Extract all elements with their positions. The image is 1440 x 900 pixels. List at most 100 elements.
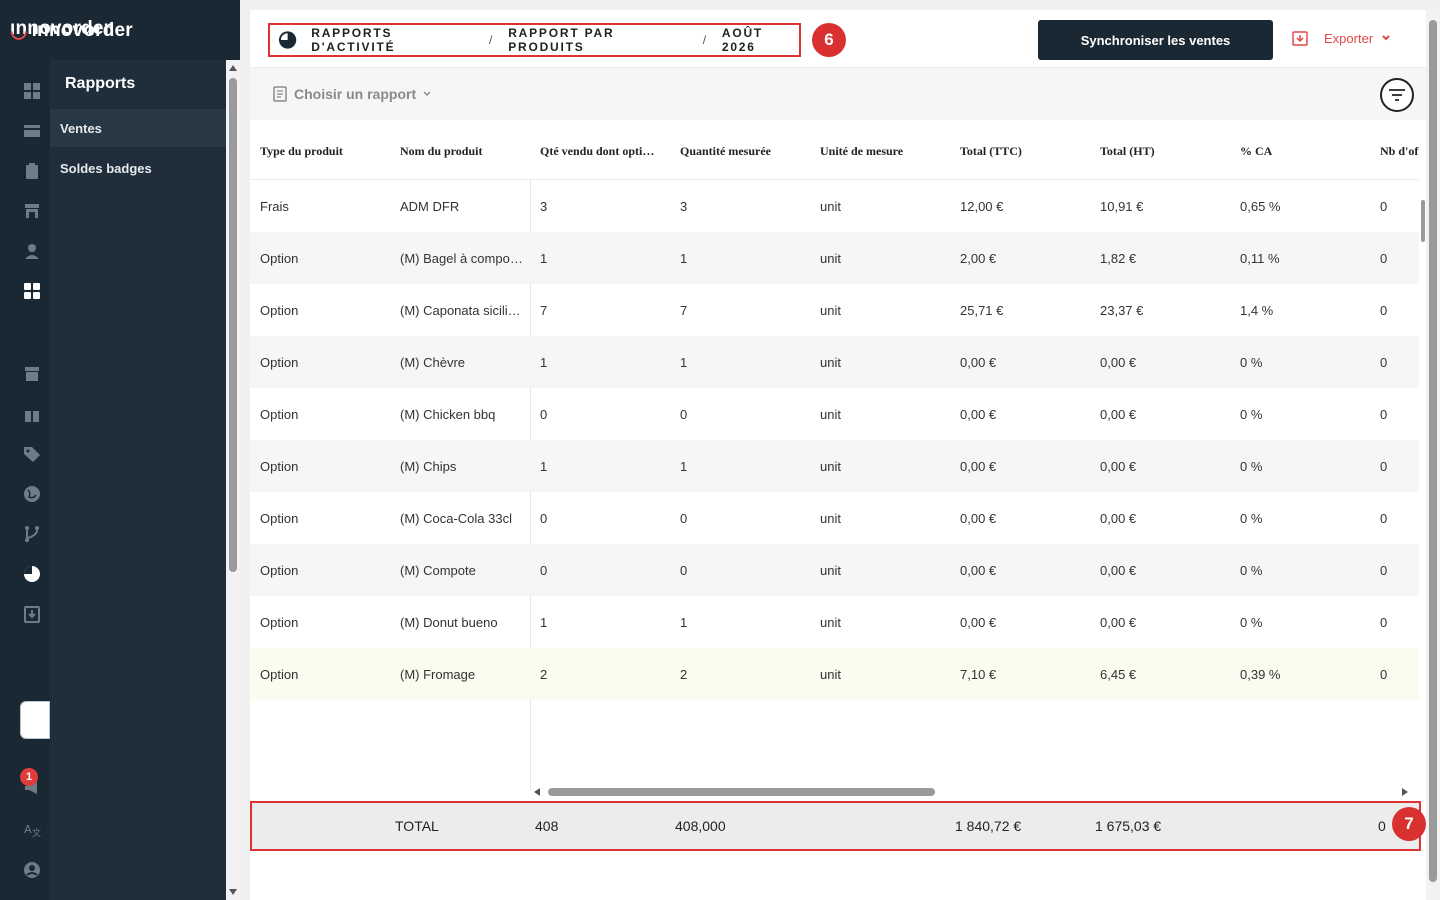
col-header-name[interactable]: Nom du produit [400,144,530,159]
user-icon[interactable] [22,241,42,261]
translate-icon[interactable]: A文 [22,819,42,839]
cell-offered: 0 [1380,615,1388,630]
cell-qty: 1 [540,355,548,370]
cell-name: (M) Fromage [400,667,476,682]
table-row[interactable]: Option (M) Chips 1 1 unit 0,00 € 0,00 € 0 % 0 [250,440,1419,492]
scroll-thumb[interactable] [548,788,935,796]
subnav-item-soldes-badges[interactable]: Soldes badges [50,149,226,187]
cell-total-ht: 23,37 € [1100,303,1144,318]
col-header-total-ht[interactable]: Total (HT) [1100,144,1230,159]
filter-button[interactable] [1380,78,1414,112]
cell-type: Frais [260,199,289,214]
report-toolbar: Choisir un rapport [250,68,1426,120]
scroll-thumb[interactable] [1421,200,1425,242]
page-scrollbar[interactable] [1426,10,1440,900]
table-horizontal-scrollbar[interactable] [534,786,1408,798]
cell-pct-ca: 0 % [1240,407,1263,422]
cell-unit: unit [820,511,841,526]
breadcrumb-item-activity[interactable]: RAPPORTS D'ACTIVITÉ [311,26,475,54]
export-label: Exporter [1324,30,1374,46]
cell-qty: 1 [540,251,548,266]
col-header-qty[interactable]: Qté vendu dont options [540,144,658,159]
svg-text:文: 文 [32,827,41,838]
table-row[interactable]: Option (M) Bagel à composer 1 1 unit 2,00 € 1,… [250,232,1419,284]
account-icon[interactable] [22,860,42,880]
table-row[interactable]: Option (M) Coca-Cola 33cl 0 0 unit 0,00 € 0,00… [250,492,1419,544]
cell-type: Option [260,459,299,474]
sync-sales-button[interactable]: Synchroniser les ventes [1038,20,1273,60]
table-row[interactable]: Option (M) Compote 0 0 unit 0,00 € 0,00 € 0 % 0 [250,544,1419,596]
cell-total-ht: 0,00 € [1100,459,1137,474]
products-table: Type du produit Nom du produit Qté vendu… [250,120,1419,800]
cell-qty: 0 [540,407,548,422]
totals-row: TOTAL 408 408,000 1 840,72 € 1 675,03 € … [250,801,1421,851]
cell-pct-ca: 0,39 % [1240,667,1281,682]
clipboard-icon[interactable] [22,161,42,181]
download-icon[interactable] [22,604,42,624]
globe-icon[interactable] [22,484,42,504]
cell-total-ht: 6,45 € [1100,667,1137,682]
reports-pie-icon[interactable] [22,564,42,584]
scroll-thumb[interactable] [1429,20,1437,882]
cell-qty: 2 [540,667,548,682]
col-header-offered[interactable]: Nb d'offerts [1380,144,1419,159]
cell-unit: unit [820,667,841,682]
col-header-type[interactable]: Type du produit [260,144,390,159]
chevron-down-icon [1382,35,1390,41]
store-icon[interactable] [22,201,42,221]
scroll-up-arrow[interactable] [229,65,237,71]
cell-measured: 1 [680,251,688,266]
scroll-thumb[interactable] [229,78,237,572]
logo-wrap[interactable]: ◡ ınnovorder [10,18,133,43]
cell-total-ttc: 12,00 € [960,199,1004,214]
main-panel: RAPPORTS D'ACTIVITÉ / RAPPORT PAR PRODUI… [250,10,1426,900]
cell-total-ht: 0,00 € [1100,615,1137,630]
shop-icon[interactable] [22,364,42,384]
tags-icon[interactable] [22,444,42,464]
report-select[interactable]: Choisir un rapport [272,86,432,102]
cell-name: (M) Compote [400,563,476,578]
table-row[interactable]: Option (M) Donut bueno 1 1 unit 0,00 € 0,00 € 0… [250,596,1419,648]
breadcrumb: RAPPORTS D'ACTIVITÉ / RAPPORT PAR PRODUI… [268,23,801,57]
totals-qty: 408 [535,818,559,834]
cell-name: (M) Caponata sicilienne [400,303,525,318]
svg-text:A: A [24,823,32,836]
collapse-tab[interactable] [20,701,50,739]
credit-card-icon[interactable] [22,121,42,141]
totals-ht: 1 675,03 € [1095,818,1162,834]
cell-type: Option [260,251,299,266]
scroll-left-arrow[interactable] [534,788,540,796]
scroll-down-arrow[interactable] [229,889,237,895]
branch-icon[interactable] [22,524,42,544]
col-header-measured[interactable]: Quantité mesurée [680,144,810,159]
export-button[interactable]: Exporter [1292,30,1391,46]
cell-name: (M) Chips [400,459,457,474]
table-row[interactable]: Frais ADM DFR 3 3 unit 12,00 € 10,91 € 0,65 % 0 [250,180,1419,232]
breadcrumb-separator: / [702,33,708,47]
dashboard-icon[interactable] [22,81,42,101]
logo-mark-icon: ◡ [10,20,28,42]
cell-qty: 1 [540,459,548,474]
col-header-unit[interactable]: Unité de mesure [820,144,950,159]
table-row[interactable]: Option (M) Chèvre 1 1 unit 0,00 € 0,00 € 0 % 0 [250,336,1419,388]
gift-icon[interactable] [22,404,42,424]
subnav-scrollbar[interactable] [226,60,240,900]
cell-type: Option [260,511,299,526]
cell-measured: 7 [680,303,688,318]
col-header-total-ttc[interactable]: Total (TTC) [960,144,1090,159]
cell-measured: 0 [680,407,688,422]
subnav-title: Rapports [65,75,136,92]
cell-total-ttc: 0,00 € [960,563,997,578]
widgets-icon[interactable] [22,281,42,301]
breadcrumb-item-products[interactable]: RAPPORT PAR PRODUITS [508,26,689,54]
cell-measured: 1 [680,355,688,370]
table-row[interactable]: Option (M) Caponata sicilienne 7 7 unit 25,71… [250,284,1419,336]
table-row[interactable]: Option (M) Chicken bbq 0 0 unit 0,00 € 0,00 € 0… [250,388,1419,440]
subnav-item-ventes[interactable]: Ventes [50,109,226,147]
scroll-right-arrow[interactable] [1402,788,1408,796]
table-row[interactable]: Option (M) Fromage 2 2 unit 7,10 € 6,45 € 0,39 … [250,648,1419,700]
col-header-pct-ca[interactable]: % CA [1240,144,1370,159]
cell-pct-ca: 0,11 % [1240,251,1280,266]
breadcrumb-item-period[interactable]: AOÛT 2026 [722,26,799,54]
cell-unit: unit [820,407,841,422]
